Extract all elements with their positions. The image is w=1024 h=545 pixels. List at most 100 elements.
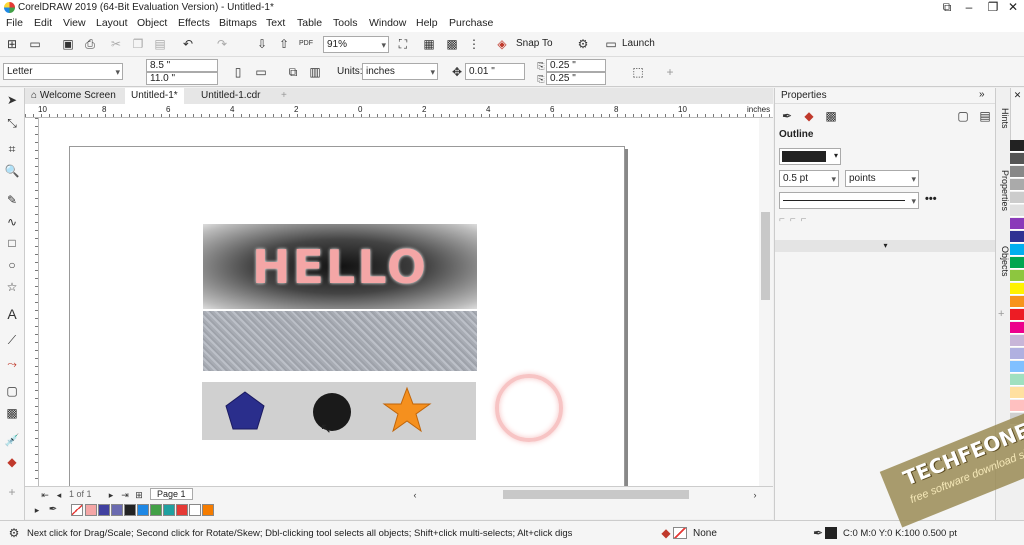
menu-object[interactable]: Object xyxy=(137,17,167,29)
fill-bucket-icon[interactable]: ◆ xyxy=(801,108,817,124)
duplicate-y-field[interactable]: 0.25 " xyxy=(546,72,606,85)
add-docker-icon[interactable]: + xyxy=(998,308,1004,320)
save-icon[interactable]: ▣ xyxy=(60,36,76,52)
rectangle-tool-icon[interactable]: □ xyxy=(4,235,20,251)
export-icon[interactable]: ⇧ xyxy=(276,36,292,52)
hello-bitmap[interactable]: HELLO xyxy=(203,224,477,309)
menu-edit[interactable]: Edit xyxy=(34,17,52,29)
palette-menu-icon[interactable]: ▸ xyxy=(29,502,45,518)
redo-icon[interactable]: ↷ xyxy=(214,36,230,52)
properties-tab[interactable]: Properties xyxy=(996,170,1010,211)
settings-gear-icon[interactable]: ⚙ xyxy=(6,525,22,541)
tab-untitled-1[interactable]: Untitled-1* xyxy=(125,88,184,104)
glowing-ring-shape[interactable] xyxy=(495,374,563,442)
nudge-distance-field[interactable]: 0.01 " xyxy=(465,63,525,80)
drop-shadow-tool-icon[interactable]: ▢ xyxy=(4,383,20,399)
palette-swatch[interactable] xyxy=(137,504,149,516)
more-options-icon[interactable]: ••• xyxy=(925,193,937,205)
page-size-select[interactable]: Letter xyxy=(3,63,123,80)
vertical-scrollbar[interactable] xyxy=(759,118,773,486)
palette-swatch[interactable] xyxy=(98,504,110,516)
snap-to-label[interactable]: Snap To xyxy=(516,38,553,49)
palette-color-swatch[interactable] xyxy=(1010,192,1024,204)
palette-swatch[interactable] xyxy=(150,504,162,516)
crop-tool-icon[interactable]: ⌗ xyxy=(4,141,20,157)
landscape-icon[interactable]: ▭ xyxy=(253,64,269,80)
transparency-icon[interactable]: ▩ xyxy=(823,108,839,124)
outline-width-field[interactable]: 0.5 pt xyxy=(779,170,839,187)
current-page-icon[interactable]: ▥ xyxy=(307,64,323,80)
palette-color-swatch[interactable] xyxy=(1010,309,1024,321)
palette-eyedropper-icon[interactable]: ✒ xyxy=(45,502,61,518)
no-fill-swatch[interactable] xyxy=(673,527,687,539)
palette-color-swatch[interactable] xyxy=(1010,335,1024,347)
polygon-tool-icon[interactable]: ☆ xyxy=(4,279,20,295)
palette-color-swatch[interactable] xyxy=(1010,218,1024,230)
page-width-field[interactable]: 8.5 " xyxy=(146,59,218,72)
zoom-to-fit-icon[interactable]: ⛶ xyxy=(395,36,411,52)
eyedropper-tool-icon[interactable]: 💉 xyxy=(4,432,20,448)
hints-tab[interactable]: Hints xyxy=(996,108,1010,129)
paste-icon[interactable]: ▤ xyxy=(152,36,168,52)
print-icon[interactable]: ⎙ xyxy=(82,36,98,52)
freehand-tool-icon[interactable]: ✎ xyxy=(4,192,20,208)
menu-tools[interactable]: Tools xyxy=(333,17,358,29)
outline-pen-icon[interactable]: ✒ xyxy=(779,108,795,124)
text-tool-icon[interactable]: A xyxy=(4,306,20,322)
launch-icon[interactable]: ▭ xyxy=(603,36,619,52)
shape-tool-icon[interactable]: ⤡ xyxy=(4,115,20,131)
palette-swatch[interactable] xyxy=(189,504,201,516)
treat-as-filled-icon[interactable]: ⬚ xyxy=(630,64,646,80)
shapes-panel[interactable] xyxy=(202,382,476,440)
menu-bitmaps[interactable]: Bitmaps xyxy=(219,17,257,29)
palette-swatch[interactable] xyxy=(85,504,97,516)
palette-swatch[interactable] xyxy=(163,504,175,516)
palette-swatch[interactable] xyxy=(124,504,136,516)
maximize-button[interactable]: ❐ xyxy=(982,0,1004,16)
add-icon[interactable]: + xyxy=(662,64,678,80)
artistic-media-icon[interactable]: ∿ xyxy=(4,214,20,230)
expand-section-icon[interactable]: ▾ xyxy=(775,240,996,252)
horizontal-ruler[interactable]: 10 8 6 4 2 0 2 4 6 8 10 inches xyxy=(25,104,773,118)
palette-color-swatch[interactable] xyxy=(1010,322,1024,334)
portrait-icon[interactable]: ▯ xyxy=(230,64,246,80)
zoom-level-field[interactable]: 91% xyxy=(323,36,389,53)
menu-view[interactable]: View xyxy=(63,17,86,29)
snap-to-icon[interactable]: ◈ xyxy=(494,36,510,52)
line-cap-icons[interactable]: ⌐⌐⌐ xyxy=(779,214,812,225)
launch-label[interactable]: Launch xyxy=(622,38,655,49)
open-folder-icon[interactable]: ▭ xyxy=(27,36,43,52)
palette-color-swatch[interactable] xyxy=(1010,283,1024,295)
palette-color-swatch[interactable] xyxy=(1010,179,1024,191)
fur-texture-rectangle[interactable] xyxy=(203,311,477,371)
units-select[interactable]: inches xyxy=(362,63,438,80)
outline-color-status-swatch[interactable] xyxy=(825,527,837,539)
palette-close-icon[interactable]: ✕ xyxy=(1011,90,1024,101)
tab-untitled-1-cdr[interactable]: Untitled-1.cdr xyxy=(195,88,266,104)
palette-color-swatch[interactable] xyxy=(1010,257,1024,269)
outline-units-select[interactable]: points xyxy=(845,170,919,187)
close-button[interactable]: ✕ xyxy=(1002,0,1024,16)
tab-welcome-screen[interactable]: ⌂ Welcome Screen xyxy=(25,88,122,104)
all-pages-icon[interactable]: ⧉ xyxy=(285,64,301,80)
page-1-tab[interactable]: Page 1 xyxy=(150,488,193,500)
ellipse-tool-icon[interactable]: ○ xyxy=(4,257,20,273)
palette-color-swatch[interactable] xyxy=(1010,244,1024,256)
outline-color-picker[interactable]: ▾ xyxy=(779,148,841,165)
cut-icon[interactable]: ✂ xyxy=(108,36,124,52)
copy-icon[interactable]: ❐ xyxy=(130,36,146,52)
duplicate-x-field[interactable]: 0.25 " xyxy=(546,59,606,72)
menu-layout[interactable]: Layout xyxy=(96,17,128,29)
parallel-dimension-icon[interactable]: ⟋ xyxy=(4,332,20,348)
objects-tab[interactable]: Objects xyxy=(996,246,1010,277)
zoom-tool-icon[interactable]: 🔍 xyxy=(4,163,20,179)
connector-tool-icon[interactable]: ⤳ xyxy=(4,356,20,372)
full-screen-preview-icon[interactable]: ▦ xyxy=(421,36,437,52)
vertical-scroll-thumb[interactable] xyxy=(761,212,770,300)
import-icon[interactable]: ⇩ xyxy=(254,36,270,52)
drawing-canvas[interactable]: HELLO ↖ xyxy=(39,118,759,486)
palette-swatch[interactable] xyxy=(176,504,188,516)
undo-icon[interactable]: ↶ xyxy=(180,36,196,52)
menu-file[interactable]: File xyxy=(6,17,23,29)
frame-icon[interactable]: ▢ xyxy=(955,108,971,124)
